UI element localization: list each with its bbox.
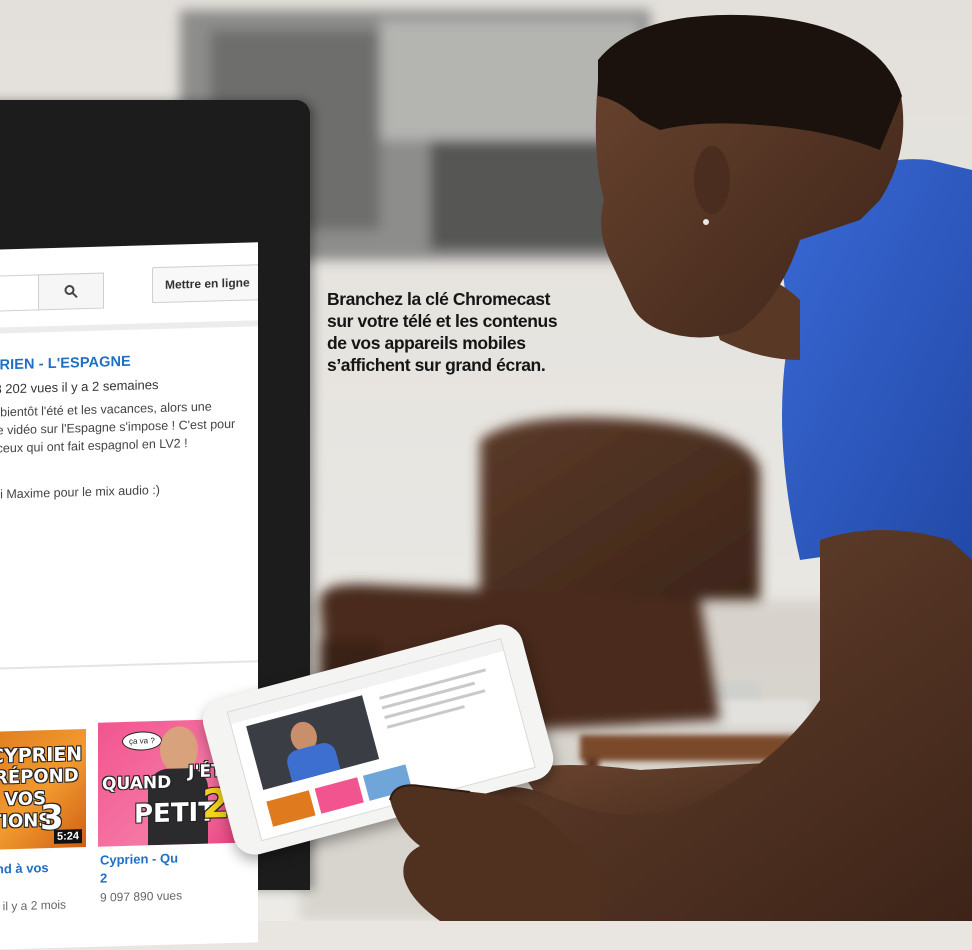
text-line (386, 705, 465, 729)
description-thanks: lerci Maxime pour le mix audio :) (0, 482, 160, 502)
search-button[interactable] (38, 272, 104, 311)
thumb-text: QUAND (102, 772, 172, 795)
search-input[interactable] (0, 274, 39, 312)
tablet-thumbnail[interactable] (266, 790, 316, 827)
related-video-meta: ues il y a 2 mois (0, 897, 67, 914)
upload-button[interactable]: Mettre en ligne (152, 264, 258, 304)
caption-line: de vos appareils mobiles (327, 333, 526, 353)
video-duration: 5:24 (53, 829, 82, 844)
related-video-title[interactable]: pond à vos (0, 860, 49, 877)
caption-line: Branchez la clé Chromecast (327, 289, 551, 309)
thumb-text: CYPRIEN (0, 743, 83, 768)
video-description: est bientôt l'été et les vacances, alors… (0, 396, 252, 458)
thumb-text: RÉPOND (0, 765, 79, 789)
tv-screen: Mettre en ligne YPRIEN - L'ESPAGNE 548 2… (0, 242, 258, 950)
photo-caption: Branchez la clé Chromecast sur votre tél… (327, 288, 627, 376)
tablet-thumbnail[interactable] (314, 777, 364, 814)
related-video-meta: 9 097 890 vues (100, 888, 183, 905)
section-divider (0, 660, 258, 670)
header-divider (0, 320, 258, 334)
speech-bubble: ça va ? (122, 730, 162, 752)
search-icon (64, 284, 78, 299)
presenter-body (284, 740, 341, 783)
pointing-hand (389, 784, 600, 921)
caption-line: sur votre télé et les contenus (327, 311, 558, 331)
related-video-title[interactable]: 2 (100, 870, 107, 885)
video-meta: 548 202 vues il y a 2 semaines (0, 377, 159, 397)
caption-line: s’affichent sur grand écran. (327, 355, 546, 375)
video-title[interactable]: YPRIEN - L'ESPAGNE (0, 354, 131, 374)
related-video-title[interactable]: Cyprien - Qu (100, 850, 178, 867)
related-video-thumbnail[interactable]: CYPRIEN RÉPOND À VOS STIONS 3 5:24 (0, 729, 86, 850)
